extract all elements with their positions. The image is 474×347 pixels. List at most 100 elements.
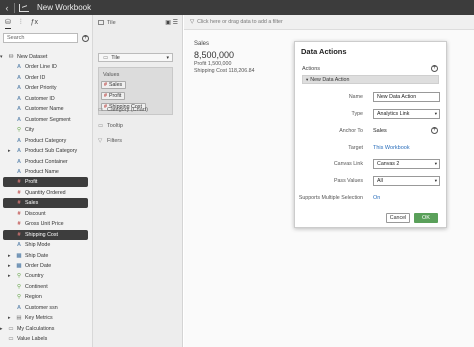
tree-item-label: Product Container (25, 158, 68, 165)
attribute-icon: A (17, 116, 21, 123)
tree-item[interactable]: A Customer Segment (0, 115, 93, 125)
add-anchor-icon[interactable]: + (431, 127, 438, 134)
calculations-icon[interactable]: ƒx (31, 17, 38, 29)
location-icon: ⚲ (16, 283, 22, 290)
tree-item[interactable]: ▸ ▦ Order Date (0, 261, 93, 271)
type-select[interactable]: Analytics Link ▾ (373, 109, 440, 119)
expand-icon[interactable]: ▸ (0, 326, 3, 332)
attribute-icon: A (17, 85, 21, 92)
tree-item[interactable]: A Order Line ID (0, 62, 93, 72)
tree-item[interactable]: A Product Container (0, 157, 93, 167)
values-pill-sales[interactable]: # Sales (101, 81, 127, 89)
expand-icon[interactable]: ▸ (8, 273, 11, 279)
tree-item-label: Profit (25, 179, 38, 186)
tree-item[interactable]: A Order ID (0, 73, 93, 83)
location-icon: ⚲ (16, 273, 22, 280)
search-input[interactable]: Search (3, 33, 78, 43)
workbook-title: New Workbook (37, 3, 92, 12)
pass-values-select[interactable]: All ▾ (373, 176, 440, 186)
tree-item[interactable]: ▸ ▦ Ship Date (0, 251, 93, 261)
tree-item[interactable]: # Discount (0, 209, 93, 219)
expand-icon[interactable]: ▸ (8, 315, 11, 321)
attribute-icon: A (17, 95, 21, 102)
canvas-link-value: Canvas 2 (377, 161, 400, 167)
expand-icon[interactable]: ▸ (8, 148, 11, 154)
tree-item[interactable]: ⚲ Continent (0, 282, 93, 292)
attribute-icon: A (17, 137, 21, 144)
pill-label: Profit (108, 93, 122, 99)
tree-item[interactable]: ▸ ⚲ Country (0, 271, 93, 281)
tree-item-label: Shipping Cost (25, 231, 58, 238)
filters-zone[interactable]: ▽ Filters (98, 138, 122, 144)
tree-item[interactable]: # Gross Unit Price (0, 219, 93, 229)
add-data-icon[interactable]: + (82, 34, 89, 42)
tree-item[interactable]: ▸ A Product Sub Category (0, 146, 93, 156)
action-list-item[interactable]: ▾ New Data Action (302, 75, 439, 84)
tree-item[interactable]: ⚲ City (0, 125, 93, 135)
anchor-label: Anchor To (339, 128, 363, 134)
tree-item[interactable]: A Customer ID (0, 94, 93, 104)
data-icon[interactable]: ⛁ (5, 17, 11, 29)
tree-item[interactable]: # Profit (3, 177, 88, 188)
tree-item[interactable]: A Customer Name (0, 104, 93, 114)
tooltip-zone[interactable]: ▭ Tooltip (98, 123, 123, 129)
attribute-icon: A (17, 148, 21, 155)
title-bar: ‹ New Workbook (0, 0, 474, 15)
tree-item-label: Quantity Ordered (25, 189, 66, 196)
tree-item-label: Discount (25, 210, 46, 217)
tree-item[interactable]: A Product Name (0, 167, 93, 177)
measure-icon: # (17, 210, 21, 217)
target-label: Target (348, 145, 363, 151)
values-pill-profit[interactable]: # Profit (101, 92, 126, 100)
cancel-button[interactable]: Cancel (386, 213, 410, 223)
tile-title: Sales (194, 41, 210, 47)
filter-icon: ▽ (98, 138, 103, 144)
properties-icon[interactable]: ▣ ☰ (165, 19, 178, 26)
tree-item[interactable]: A Customer ssn (0, 303, 93, 313)
filter-bar[interactable]: ▽ Click here or drag data to add a filte… (184, 15, 474, 30)
chevron-down-icon: ▾ (434, 178, 437, 183)
tree-item-label: Product Category (25, 137, 67, 144)
tree-item[interactable]: ▾ ⛁ New Dataset (0, 52, 93, 62)
tree-item[interactable]: ▭ Value Labels (0, 334, 93, 344)
tooltip-icon: ▭ (98, 123, 104, 129)
multiple-selection-toggle[interactable]: On (373, 195, 380, 201)
tree-item-label: Order Date (25, 263, 52, 269)
actions-label: Actions (302, 66, 321, 72)
canvas-link-select[interactable]: Canvas 2 ▾ (373, 159, 440, 169)
attribute-icon: A (17, 304, 21, 311)
tree-item[interactable]: # Shipping Cost (3, 229, 88, 240)
tree-item-label: Key Metrics (25, 315, 53, 322)
tree-item[interactable]: A Ship Mode (0, 240, 93, 250)
add-action-icon[interactable]: + (431, 65, 438, 72)
collapse-icon[interactable]: ▾ (0, 54, 3, 60)
tree-item-label: Customer Name (25, 106, 64, 113)
expand-icon[interactable]: ▸ (8, 253, 11, 259)
tree-item[interactable]: ⚲ Region (0, 292, 93, 302)
tree-item[interactable]: # Sales (3, 198, 88, 209)
tree-item[interactable]: A Product Category (0, 136, 93, 146)
tree-item[interactable]: ▸ ▤ Key Metrics (0, 313, 93, 323)
visualizations-icon[interactable]: ⫶ (20, 17, 22, 29)
measure-icon: # (17, 221, 21, 228)
tree-item-label: Sales (25, 200, 39, 207)
tree-item-label: Customer Segment (25, 116, 71, 123)
viz-type-icon: ▭ (103, 54, 109, 61)
tree-item[interactable]: # Quantity Ordered (0, 188, 93, 198)
ok-button[interactable]: OK (414, 213, 438, 223)
target-link[interactable]: This Workbook (373, 145, 410, 151)
tree-item[interactable]: ▸ ▭ My Calculations (0, 324, 93, 334)
name-field[interactable]: New Data Action (373, 92, 440, 102)
chevron-down-icon: ▾ (434, 161, 437, 166)
measure-icon: # (17, 200, 21, 207)
back-icon[interactable]: ‹ (0, 3, 14, 13)
tree-item-label: Gross Unit Price (25, 221, 64, 228)
expand-icon[interactable]: ▸ (8, 263, 11, 269)
visualization-type-dropdown[interactable]: ▭ Tile ▾ (98, 53, 173, 62)
measure-icon: # (17, 189, 21, 196)
tree-item[interactable]: A Order Priority (0, 83, 93, 93)
grammar-header-label: Tile (107, 19, 116, 26)
attribute-icon: A (17, 158, 21, 165)
filters-label: Filters (107, 138, 122, 144)
category-chart-zone[interactable]: ▭ Category (Chart) (98, 107, 148, 113)
